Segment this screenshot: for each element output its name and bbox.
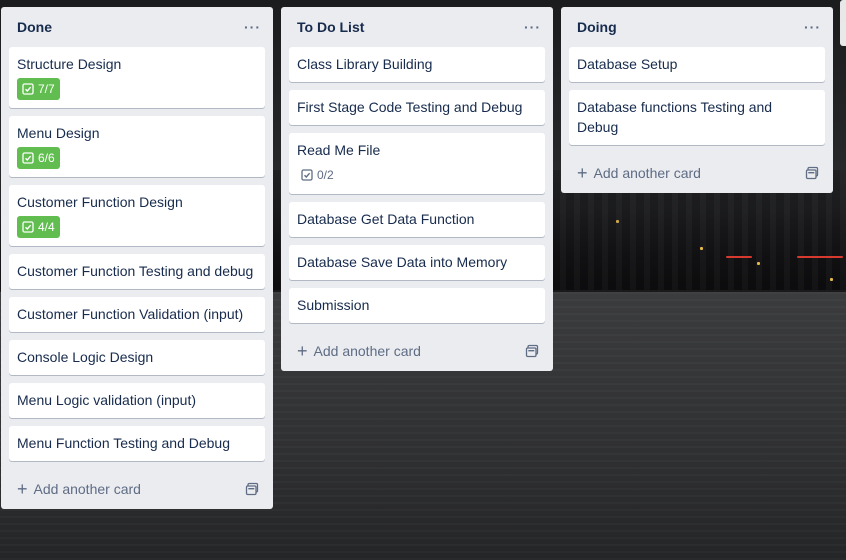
more-horizontal-icon[interactable]: ··· [244,19,261,35]
plus-icon: + [17,479,28,499]
add-card-label: Add another card [313,343,421,359]
city-light [830,278,833,281]
card-title: Structure Design [17,56,122,72]
city-light [616,220,619,223]
card-title: Database Get Data Function [297,211,475,227]
city-light [726,256,752,258]
card-read-me-file[interactable]: Read Me File 0/2 [289,133,545,194]
card-title: Menu Logic validation (input) [17,392,196,408]
checklist-badge: 6/6 [17,147,60,169]
checklist-count: 7/7 [38,82,55,96]
list-header: To Do List ··· [289,7,545,47]
checklist-badge: 0/2 [297,164,339,186]
checklist-badge: 7/7 [17,78,60,100]
card-template-icon[interactable] [805,166,819,180]
add-card-label: Add another card [33,481,141,497]
card-template-icon[interactable] [525,344,539,358]
card-template-icon[interactable] [245,482,259,496]
card-database-setup[interactable]: Database Setup [569,47,825,82]
city-light [757,262,760,265]
list-header: Doing ··· [569,7,825,47]
city-light [797,256,843,258]
card-first-stage-testing[interactable]: First Stage Code Testing and Debug [289,90,545,125]
card-submission[interactable]: Submission [289,288,545,323]
checklist-count: 0/2 [317,168,334,182]
list-doing: Doing ··· Database Setup Database functi… [561,7,833,193]
checklist-icon [301,169,313,181]
list-header: Done ··· [9,7,265,47]
add-card-label: Add another card [593,165,701,181]
list-title[interactable]: Done [17,19,52,35]
list-to-do: To Do List ··· Class Library Building Fi… [281,7,553,371]
card-title: Customer Function Testing and debug [17,263,254,279]
card-title: Read Me File [297,142,381,158]
add-card-button[interactable]: + Add another card [569,153,825,193]
checklist-count: 4/4 [38,220,55,234]
card-database-functions-testing[interactable]: Database functions Testing and Debug [569,90,825,145]
card-menu-logic-validation[interactable]: Menu Logic validation (input) [9,383,265,418]
checklist-count: 6/6 [38,151,55,165]
card-database-save-data[interactable]: Database Save Data into Memory [289,245,545,280]
plus-icon: + [577,163,588,183]
card-title: Console Logic Design [17,349,154,365]
card-title: Class Library Building [297,56,433,72]
checklist-icon [22,221,34,233]
card-structure-design[interactable]: Structure Design 7/7 [9,47,265,108]
checklist-badge: 4/4 [17,216,60,238]
card-database-get-data[interactable]: Database Get Data Function [289,202,545,237]
card-class-library-building[interactable]: Class Library Building [289,47,545,82]
card-menu-design[interactable]: Menu Design 6/6 [9,116,265,177]
plus-icon: + [297,341,308,361]
checklist-icon [22,83,34,95]
card-title: Submission [297,297,370,313]
card-customer-function-testing[interactable]: Customer Function Testing and debug [9,254,265,289]
card-title: Database Save Data into Memory [297,254,508,270]
card-title: Customer Function Validation (input) [17,306,244,322]
card-title: Menu Function Testing and Debug [17,435,230,451]
card-title: Database Setup [577,56,678,72]
card-title: First Stage Code Testing and Debug [297,99,523,115]
card-customer-function-validation[interactable]: Customer Function Validation (input) [9,297,265,332]
add-card-button[interactable]: + Add another card [9,469,265,509]
list-title[interactable]: To Do List [297,19,364,35]
card-title: Database functions Testing and Debug [577,99,773,135]
next-list-edge [840,0,846,46]
card-title: Menu Design [17,125,100,141]
card-customer-function-design[interactable]: Customer Function Design 4/4 [9,185,265,246]
more-horizontal-icon[interactable]: ··· [804,19,821,35]
checklist-icon [22,152,34,164]
list-done: Done ··· Structure Design 7/7 Menu Desig… [1,7,273,509]
card-console-logic-design[interactable]: Console Logic Design [9,340,265,375]
more-horizontal-icon[interactable]: ··· [524,19,541,35]
city-light [700,247,703,250]
list-title[interactable]: Doing [577,19,617,35]
add-card-button[interactable]: + Add another card [289,331,545,371]
card-title: Customer Function Design [17,194,183,210]
card-menu-function-testing[interactable]: Menu Function Testing and Debug [9,426,265,461]
